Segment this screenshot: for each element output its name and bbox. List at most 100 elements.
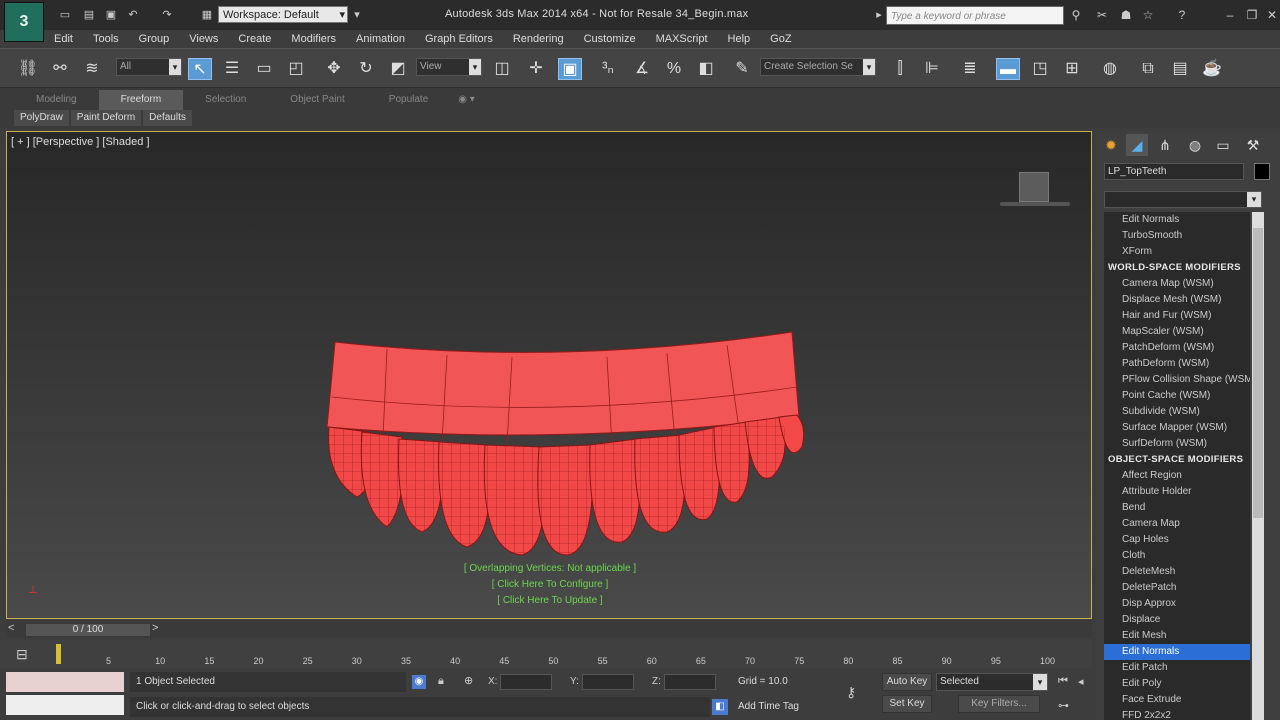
z-coord-field[interactable] [664, 674, 716, 690]
menu-edit[interactable]: Edit [44, 30, 83, 48]
modifier-list-item[interactable]: Edit Normals [1104, 212, 1250, 228]
new-file-icon[interactable]: ▭ [58, 8, 72, 22]
modifier-list-item[interactable]: Bend [1104, 500, 1250, 516]
teeth-mesh[interactable] [307, 327, 807, 557]
object-name-field[interactable]: LP_TopTeeth [1104, 163, 1244, 180]
tab-object-paint[interactable]: Object Paint [268, 90, 366, 110]
hierarchy-tab-icon[interactable]: ⋔ [1154, 134, 1176, 156]
menu-modifiers[interactable]: Modifiers [281, 30, 346, 48]
menu-help[interactable]: Help [718, 30, 761, 48]
spinner-snap-icon[interactable]: ◧ [694, 58, 718, 80]
modifier-list-item[interactable]: MapScaler (WSM) [1104, 324, 1250, 340]
scale-icon[interactable]: ◩ [386, 58, 410, 80]
menu-graph-editors[interactable]: Graph Editors [415, 30, 503, 48]
viewport-label[interactable]: [ + ] [Perspective ] [Shaded ] [11, 136, 150, 148]
key-mode-toggle-icon[interactable]: ⊶ [1058, 699, 1069, 712]
curve-editor-icon[interactable]: ◳ [1028, 58, 1052, 80]
modifier-list-item[interactable]: Edit Poly [1104, 676, 1250, 692]
modifier-list-item[interactable]: Displace [1104, 612, 1250, 628]
modify-tab-icon[interactable]: ◢ [1126, 134, 1148, 156]
menu-create[interactable]: Create [228, 30, 281, 48]
time-marker[interactable] [56, 644, 61, 664]
unlink-icon[interactable]: ⚯ [48, 58, 72, 80]
modifier-list-item[interactable]: Cap Holes [1104, 532, 1250, 548]
menu-group[interactable]: Group [129, 30, 180, 48]
vp-message-configure[interactable]: [ Click Here To Configure ] [7, 579, 1091, 590]
project-folder-icon[interactable]: ▦ [200, 8, 214, 22]
render-setup-icon[interactable]: ⧉ [1136, 58, 1160, 80]
modifier-list-item[interactable]: Edit Mesh [1104, 628, 1250, 644]
mini-curve-editor-icon[interactable]: ⊟ [16, 646, 28, 663]
workspace-dropdown[interactable]: Workspace: Default ▾ [218, 6, 348, 23]
manipulate-icon[interactable]: ✛ [524, 58, 548, 80]
time-next-icon[interactable]: > [152, 622, 158, 634]
menu-animation[interactable]: Animation [346, 30, 415, 48]
user-icon[interactable]: ☗ [1118, 7, 1134, 23]
maxscript-input-area[interactable] [6, 695, 124, 715]
modifier-list-item[interactable]: Face Extrude [1104, 692, 1250, 708]
star-icon[interactable]: ☆ [1140, 7, 1156, 23]
link-icon[interactable]: ⛓ [16, 58, 40, 80]
motion-tab-icon[interactable]: ◍ [1184, 134, 1206, 156]
minimize-icon[interactable]: – [1222, 7, 1238, 23]
help-icon[interactable]: ? [1174, 7, 1190, 23]
menu-tools[interactable]: Tools [83, 30, 129, 48]
window-crossing-icon[interactable]: ◰ [284, 58, 308, 80]
search-arrow-icon[interactable]: ▸ [872, 8, 886, 22]
named-selection-dropdown[interactable]: Create Selection Se ▾ [760, 58, 876, 76]
x-coord-field[interactable] [500, 674, 552, 690]
binoculars-icon[interactable]: ⚲ [1068, 7, 1084, 23]
time-slider[interactable]: 0 / 100 [26, 624, 150, 636]
vp-message-update[interactable]: [ Click Here To Update ] [7, 595, 1091, 606]
ref-coord-dropdown[interactable]: View ▾ [416, 58, 482, 76]
rectangle-region-icon[interactable]: ▭ [252, 58, 276, 80]
modifier-list-dropdown[interactable]: ▾ [1104, 191, 1262, 208]
percent-snap-icon[interactable]: % [662, 58, 686, 80]
render-frame-icon[interactable]: ▤ [1168, 58, 1192, 80]
modifier-list-item[interactable]: SurfDeform (WSM) [1104, 436, 1250, 452]
time-prev-icon[interactable]: < [8, 622, 14, 634]
set-key-button[interactable]: Set Key [882, 695, 932, 713]
menu-customize[interactable]: Customize [574, 30, 646, 48]
save-file-icon[interactable]: ▣ [104, 8, 118, 22]
go-to-start-icon[interactable]: ⏮ [1058, 675, 1068, 688]
modifier-list-item[interactable]: Camera Map (WSM) [1104, 276, 1250, 292]
modifier-list-item[interactable]: Disp Approx [1104, 596, 1250, 612]
time-tag-icon[interactable]: ◧ [712, 699, 728, 715]
defaults-button[interactable]: Defaults [143, 110, 192, 126]
tab-selection[interactable]: Selection [183, 90, 268, 110]
search-input[interactable]: Type a keyword or phrase [886, 6, 1064, 25]
modifier-list-item[interactable]: Point Cache (WSM) [1104, 388, 1250, 404]
transform-mode-icon[interactable]: ⊕ [464, 674, 473, 687]
snap-3d-icon[interactable]: ³ₙ [596, 58, 620, 80]
app-logo-button[interactable]: 3 [4, 2, 44, 42]
close-icon[interactable]: ✕ [1264, 7, 1280, 23]
material-editor-icon[interactable]: ◍ [1098, 58, 1122, 80]
scrollbar-thumb[interactable] [1253, 228, 1263, 518]
open-file-icon[interactable]: ▤ [82, 8, 96, 22]
selection-filter-dropdown[interactable]: All ▾ [116, 58, 182, 76]
key-mode-dropdown[interactable]: Selected ▾ [936, 673, 1048, 691]
object-color-swatch[interactable] [1254, 163, 1270, 180]
schematic-view-icon[interactable]: ⊞ [1060, 58, 1084, 80]
modifier-list-item[interactable]: Affect Region [1104, 468, 1250, 484]
modifier-list-item[interactable]: Camera Map [1104, 516, 1250, 532]
auto-key-button[interactable]: Auto Key [882, 673, 932, 691]
graphite-toggle-icon[interactable]: ▬ [996, 58, 1020, 80]
undo-icon[interactable]: ↶ [126, 8, 140, 22]
modifier-list-item[interactable]: FFD 2x2x2 [1104, 708, 1250, 720]
polydraw-button[interactable]: PolyDraw [14, 110, 69, 126]
perspective-viewport[interactable]: [ + ] [Perspective ] [Shaded ] ⟂ [Overl… [6, 131, 1092, 619]
modifier-list-item[interactable]: Attribute Holder [1104, 484, 1250, 500]
modifier-list-item[interactable]: PatchDeform (WSM) [1104, 340, 1250, 356]
utilities-tab-icon[interactable]: ⚒ [1242, 134, 1264, 156]
render-icon[interactable]: ☕ [1200, 58, 1224, 80]
key-icon[interactable]: ⚷ [846, 684, 856, 701]
paint-deform-button[interactable]: Paint Deform [70, 110, 142, 126]
modifier-list-item[interactable]: Surface Mapper (WSM) [1104, 420, 1250, 436]
modifier-list-item[interactable]: PathDeform (WSM) [1104, 356, 1250, 372]
modifier-list-item[interactable]: Edit Normals [1104, 644, 1250, 660]
menu-rendering[interactable]: Rendering [503, 30, 574, 48]
y-coord-field[interactable] [582, 674, 634, 690]
key-filters-button[interactable]: Key Filters... [958, 695, 1040, 713]
